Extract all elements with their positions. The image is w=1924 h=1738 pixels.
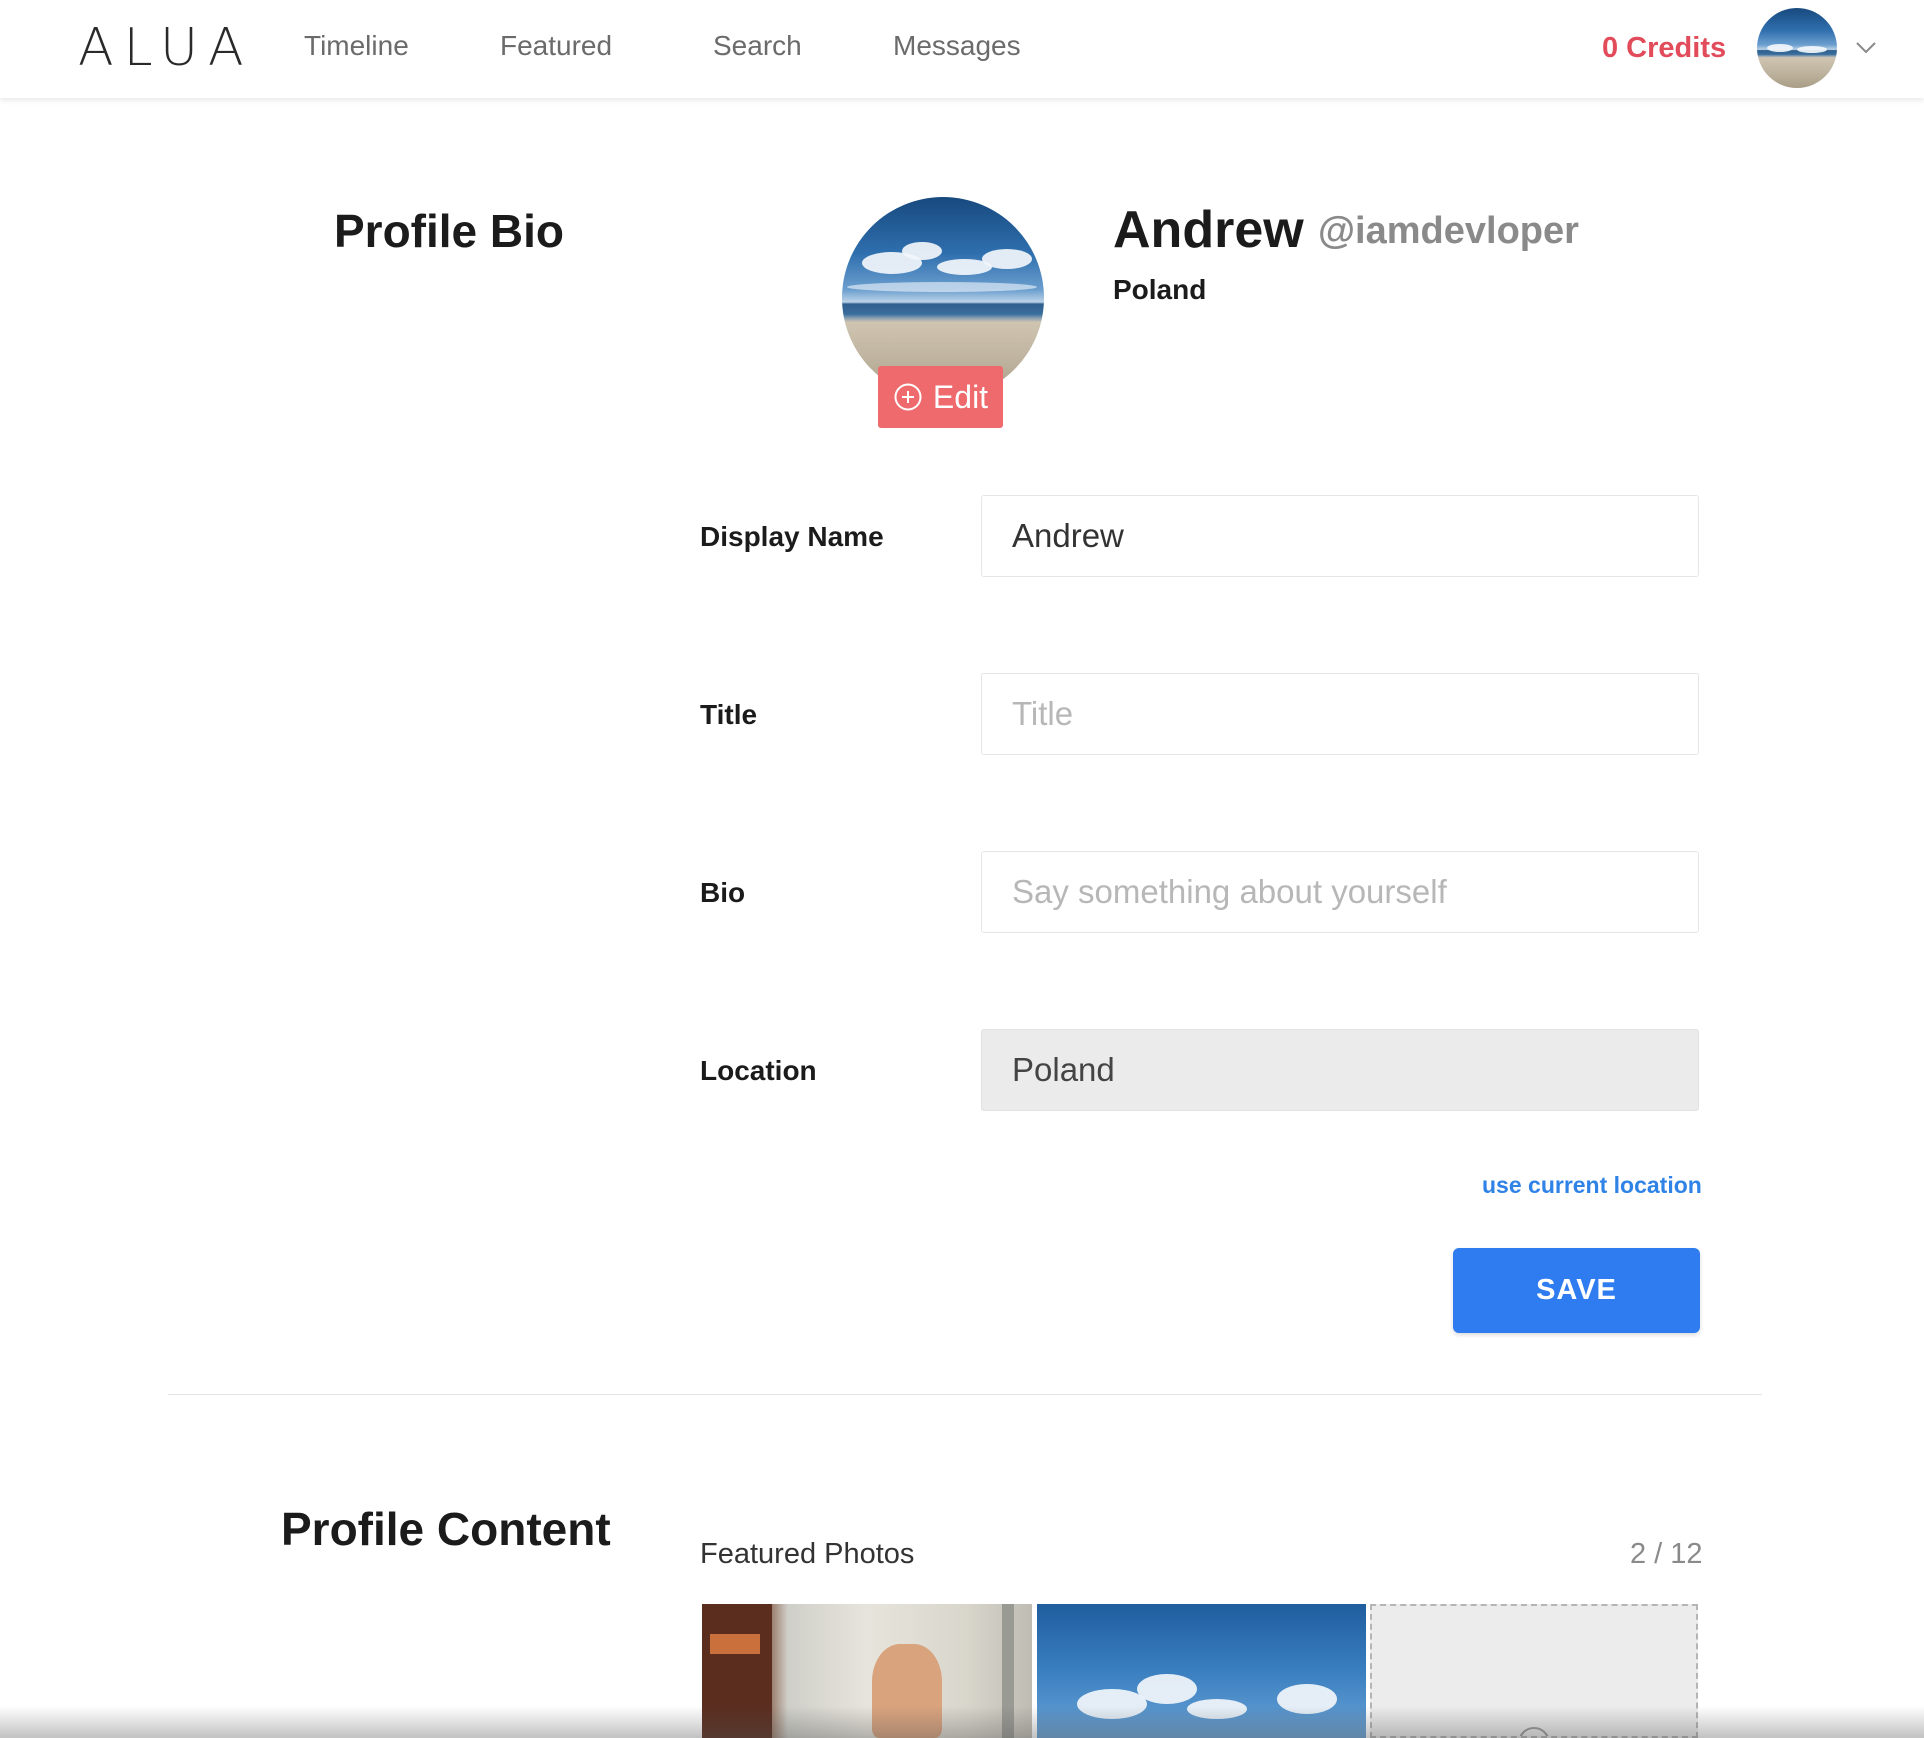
save-button[interactable]: SAVE	[1453, 1248, 1700, 1333]
nav-link-messages[interactable]: Messages	[893, 30, 1021, 62]
nav-link-featured[interactable]: Featured	[500, 30, 612, 62]
bio-input[interactable]: Say something about yourself	[981, 851, 1699, 933]
edit-label: Edit	[932, 378, 989, 415]
credits-balance[interactable]: 0 Credits	[1602, 32, 1726, 65]
plus-circle-icon	[894, 383, 922, 411]
top-navigation-bar: ALUA Timeline Featured Search Messages 0…	[0, 0, 1924, 98]
window-bottom-shadow	[0, 1706, 1924, 1738]
profile-country: Poland	[1113, 274, 1207, 305]
user-avatar[interactable]	[1757, 8, 1837, 88]
title-input[interactable]: Title	[981, 673, 1699, 755]
alua-logo[interactable]: ALUA	[78, 18, 254, 78]
title-label: Title	[700, 699, 758, 730]
featured-photos-count: 2 / 12	[1630, 1538, 1703, 1570]
profile-bio-heading: Profile Bio	[334, 205, 565, 257]
nav-link-timeline[interactable]: Timeline	[304, 30, 409, 62]
location-input[interactable]: Poland	[981, 1029, 1699, 1111]
bio-label: Bio	[700, 877, 746, 908]
nav-link-search[interactable]: Search	[713, 30, 802, 62]
display-name-label: Display Name	[700, 521, 884, 552]
display-name-input[interactable]: Andrew	[981, 495, 1699, 577]
use-current-location-link[interactable]: use current location	[1482, 1172, 1702, 1199]
profile-name: Andrew	[1113, 201, 1304, 259]
edit-avatar-button[interactable]: Edit	[878, 366, 1003, 428]
profile-handle: @iamdevloper	[1318, 210, 1579, 252]
featured-photos-label: Featured Photos	[700, 1538, 915, 1570]
location-label: Location	[700, 1055, 817, 1086]
profile-content-heading: Profile Content	[281, 1503, 611, 1555]
section-divider	[168, 1394, 1762, 1395]
chevron-down-icon[interactable]	[1855, 36, 1877, 58]
